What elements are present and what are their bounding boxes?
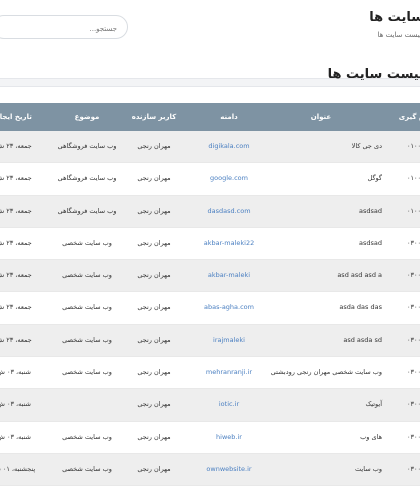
table-row[interactable]: ۰۳۰۰ asd asda sd irajmaleki مهران رنجی وب سا… [0,324,420,358]
cell-date: پنجشنبه، ۰۱ ش [0,464,36,473]
cell-title: گوگل [367,174,382,183]
cell-creator: مهران رنجی [137,206,171,215]
cell-domain[interactable]: irajmaleki [213,325,245,356]
card-title: لیست سایت ها [327,67,420,82]
cell-id: ۰۳۰۰ [407,335,420,344]
cell-creator: مهران رنجی [137,335,171,344]
table-body: ۰۱۰۰ دی جی کالا digikala.com مهران رنجی وب س… [0,131,420,486]
breadcrumb[interactable]: لیست سایت ها [378,31,420,39]
table-row[interactable]: ۰۳۰۰ وب سایت شخصی مهران رنجی رودبشتی mehra… [0,357,420,390]
cell-title: asdsad [359,238,382,247]
cell-domain[interactable]: iotic.ir [219,389,239,420]
cell-domain[interactable]: dasdasd.com [207,196,250,227]
cell-title: asd asd asd a [337,271,382,280]
cell-domain[interactable]: ownwebsite.ir [206,454,251,485]
cell-topic: وب سایت شخصی [62,238,112,247]
cell-creator: مهران رنجی [137,142,171,150]
column-header-creator[interactable]: کاربر سازنده [132,103,177,131]
cell-title: آیوتیک [365,400,382,409]
table-row[interactable]: ۰۱۰۰ دی جی کالا digikala.com مهران رنجی وب س… [0,131,420,164]
cell-topic: وب سایت شخصی [62,464,112,473]
table-row[interactable]: ۰۳۰۰ asdsad akbar-maleki22 مهران رنجی وب سای… [0,227,420,261]
sites-table: نام گیری عنوان دامنه کاربر سازنده موضوع … [0,103,420,486]
cell-creator: مهران رنجی [137,464,171,473]
table-header: نام گیری عنوان دامنه کاربر سازنده موضوع … [0,103,420,131]
cell-domain[interactable]: abas-agha.com [204,292,254,323]
cell-id: ۰۳۰۰ [407,368,420,377]
table-row[interactable]: ۰۳۰۰ آیوتیک iotic.ir مهران رنجی شنبه، ۰۳ ش [0,389,420,422]
cell-creator: مهران رنجی [137,400,171,409]
cell-domain[interactable]: mehranranji.ir [206,357,252,388]
cell-id: ۰۳۰۰ [407,303,420,312]
cell-id: ۰۱۰۰ [407,174,420,183]
table-row[interactable]: ۰۳۰۰ های وب hiweb.ir مهران رنجی وب سایت شخصی… [0,421,420,454]
cell-id: ۰۳۰۰ [407,432,420,441]
cell-id: ۰۳۰۰ [407,238,420,247]
cell-domain[interactable]: google.com [210,163,248,194]
cell-title: دی جی کالا [351,142,382,150]
table-row[interactable]: ۰۳۰۰ asd asd asd a akbar-maleki مهران رنجی و… [0,260,420,293]
cell-id: ۰۱۰۰ [407,206,420,215]
cell-topic: وب سایت شخصی [62,303,112,312]
column-header-topic[interactable]: موضوع [75,103,100,131]
cell-topic: وب سایت فروشگاهی [57,142,117,150]
cell-domain[interactable]: hiweb.ir [216,422,242,453]
cell-topic: وب سایت فروشگاهی [57,174,117,183]
cell-date: جمعه، ۲۳ ش [0,238,32,247]
sites-card: لیست سایت ها نام گیری عنوان دامنه کاربر … [0,67,420,486]
page-title: سایت ها [369,10,420,25]
cell-date: جمعه، ۲۳ ش [0,271,32,280]
table-row[interactable]: ۰۱۰۰ asdsad dasdasd.com مهران رنجی وب سایت ف… [0,195,420,228]
cell-domain[interactable]: akbar-maleki22 [204,228,254,259]
cell-title: وب سایت [355,464,382,473]
cell-topic: وب سایت شخصی [62,271,112,280]
search-input[interactable] [0,18,127,40]
cell-topic: وب سایت شخصی [62,432,112,441]
column-header-id[interactable]: نام گیری [399,103,420,131]
cell-id: ۰۳۰۰ [407,271,420,280]
cell-date: شنبه، ۰۳ ش [0,400,32,409]
cell-creator: مهران رنجی [137,271,171,280]
cell-topic: وب سایت شخصی [62,335,112,344]
column-header-domain[interactable]: دامنه [220,103,237,131]
cell-topic: وب سایت شخصی [62,368,112,377]
cell-date: شنبه، ۰۳ ش [0,368,32,377]
column-header-title[interactable]: عنوان [311,103,331,131]
cell-date: جمعه، ۲۳ ش [0,335,32,344]
cell-topic: وب سایت فروشگاهی [57,206,117,215]
cell-creator: مهران رنجی [137,174,171,183]
cell-title: وب سایت شخصی مهران رنجی رودبشتی [270,368,382,377]
cell-creator: مهران رنجی [137,303,171,312]
cell-domain[interactable]: digikala.com [208,131,249,162]
cell-creator: مهران رنجی [137,368,171,377]
cell-date: جمعه، ۲۳ ش [0,303,32,312]
cell-id: ۰۱۰۰ [407,142,420,150]
table-row[interactable]: ۰۳۰۰ وب سایت ownwebsite.ir مهران رنجی وب سای… [0,453,420,486]
cell-creator: مهران رنجی [137,238,171,247]
cell-date: جمعه، ۲۳ ش [0,206,32,215]
cell-title: asdsad [359,206,382,215]
cell-date: جمعه، ۲۳ ش [0,142,32,150]
cell-title: های وب [360,432,382,441]
table-row[interactable]: ۰۱۰۰ گوگل google.com مهران رنجی وب سایت فروش… [0,163,420,196]
cell-domain[interactable]: akbar-maleki [208,260,250,291]
cell-id: ۰۳۰۰ [407,400,420,409]
cell-id: ۰۳۰۰ [407,464,420,473]
cell-date: جمعه، ۲۳ ش [0,174,32,183]
cell-date: شنبه، ۰۳ ش [0,432,32,441]
column-header-date[interactable]: تاریخ ایجاد [0,103,32,131]
cell-creator: مهران رنجی [137,432,171,441]
search-box[interactable] [0,15,128,40]
table-row[interactable]: ۰۳۰۰ asda das das abas-agha.com مهران رنجی و… [0,292,420,325]
cell-title: asda das das [339,303,382,312]
cell-title: asd asda sd [343,335,382,344]
